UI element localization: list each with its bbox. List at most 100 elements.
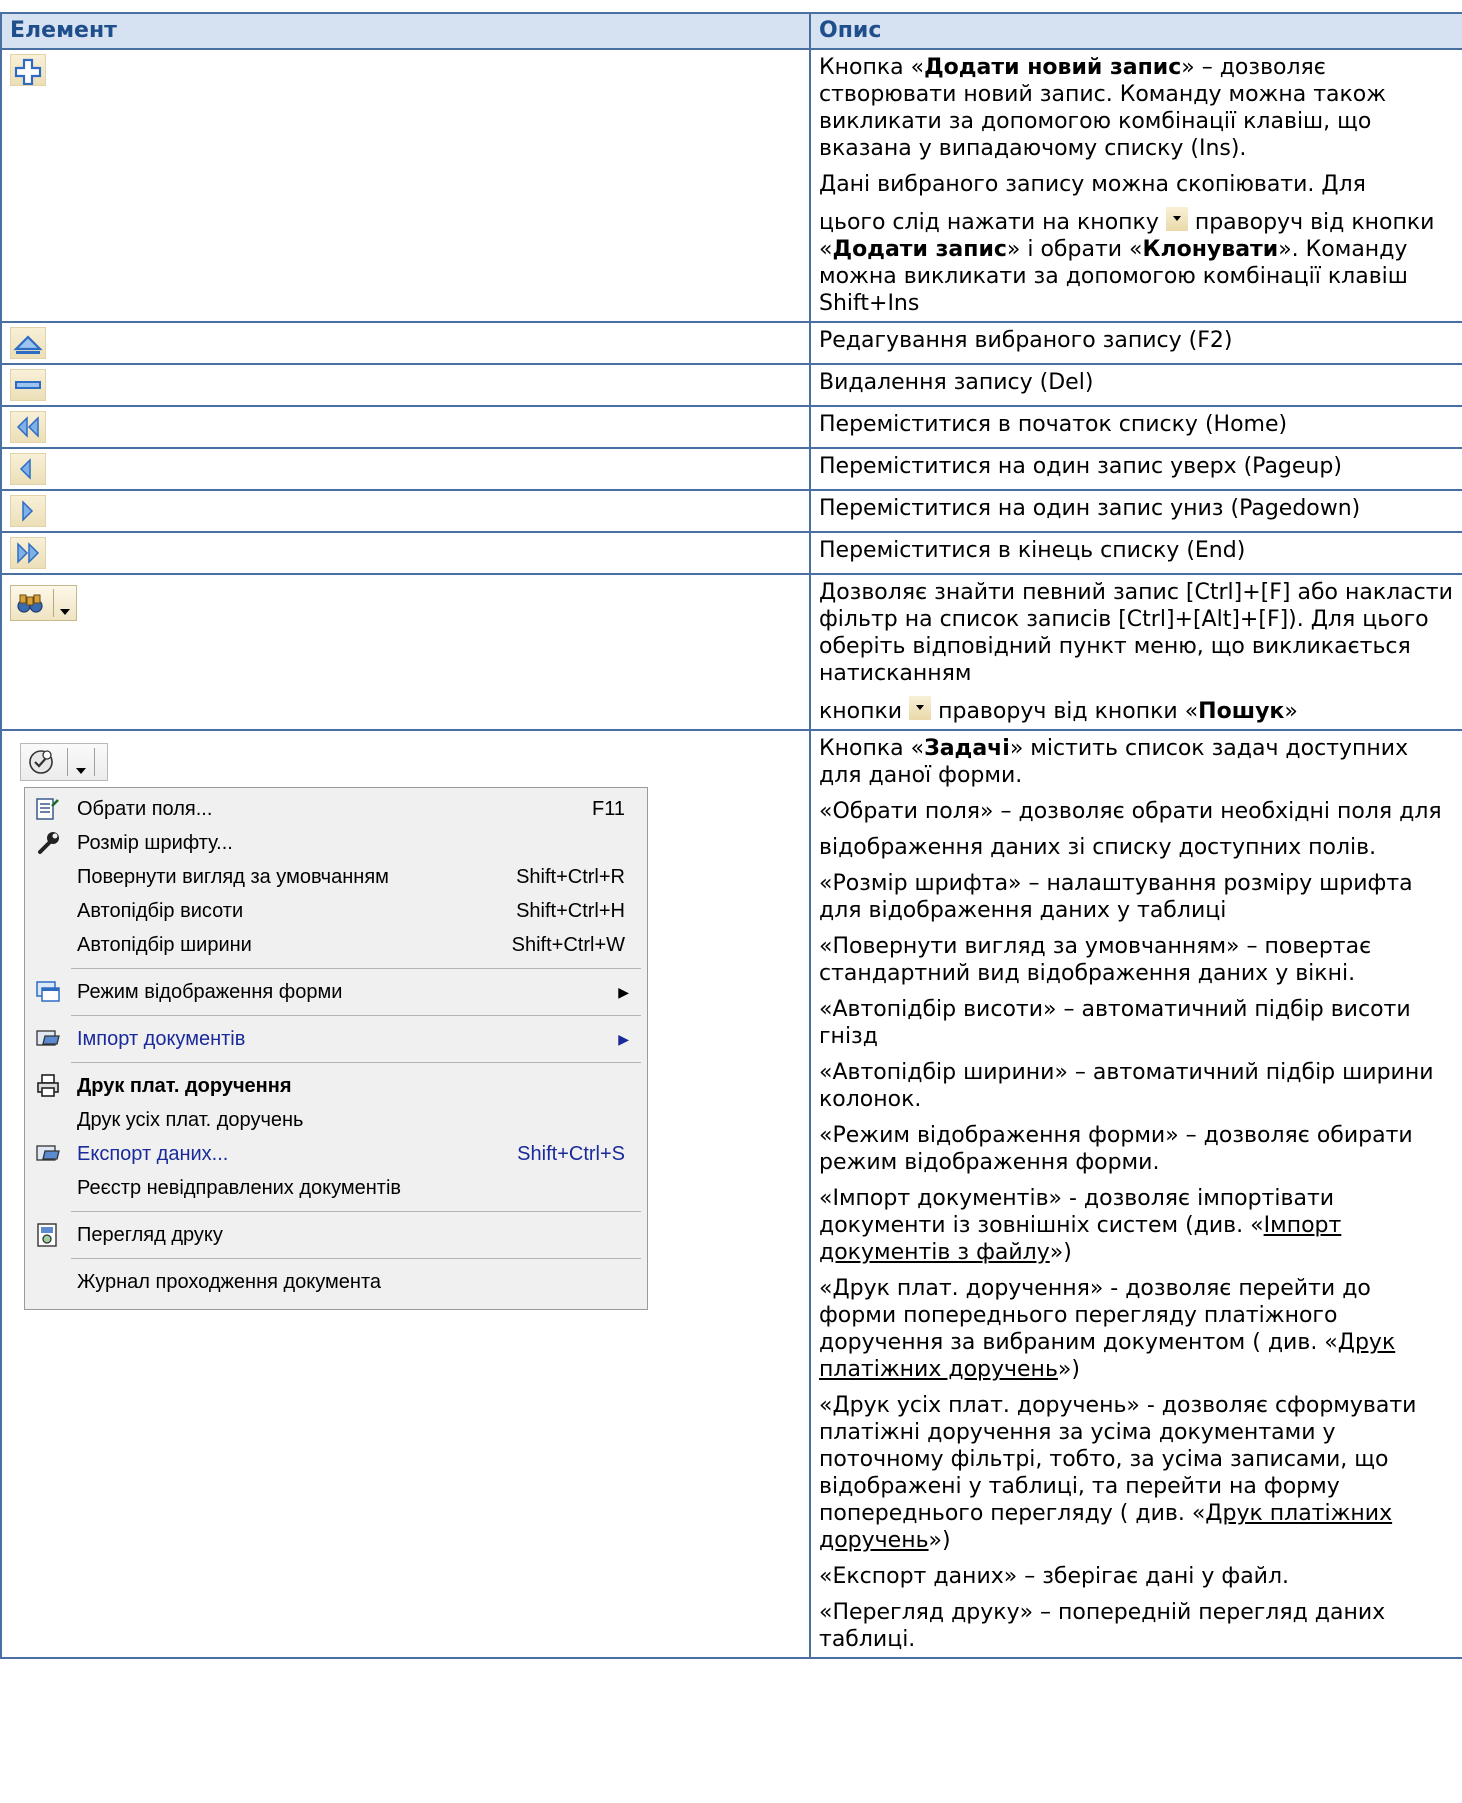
minus-icon <box>10 369 46 401</box>
table-header-row: Елемент Опис <box>0 12 1462 50</box>
text: » <box>1284 699 1298 724</box>
table-row: Переміститися на один запис уверх (Pageu… <box>0 447 1462 491</box>
table-row: Переміститися в початок списку (Home) <box>0 405 1462 449</box>
description-paragraph: «Автопідбір висоти» – автоматичний підбі… <box>819 996 1454 1050</box>
text: Додати новий запис <box>924 55 1182 80</box>
menu-item-label: Реєстр невідправлених документів <box>77 1177 402 1199</box>
menu-item: Обрати поля... F11 <box>25 792 647 826</box>
table-row: Обрати поля... F11 Розмір шрифту... Поверну… <box>0 729 1462 1659</box>
menu-item-label: Обрати поля... <box>77 798 213 820</box>
menu-item: Експорт даних... Shift+Ctrl+S <box>25 1137 647 1171</box>
description-cell: Переміститися в початок списку (Home) <box>809 405 1462 449</box>
description-paragraph: Переміститися в початок списку (Home) <box>819 411 1454 438</box>
printer-icon <box>35 1073 61 1099</box>
description-paragraph: «Імпорт документів» - дозволяє імпортіва… <box>819 1185 1454 1266</box>
next-record-icon <box>10 495 46 527</box>
menu-item-shortcut: Shift+Ctrl+S <box>517 1143 625 1165</box>
description-cell: Видалення запису (Del) <box>809 363 1462 407</box>
description-cell: Кнопка «Додати новий запис» – дозволяє с… <box>809 48 1462 323</box>
menu-item: Друк плат. доручення <box>25 1069 647 1103</box>
menu-item-shortcut: Shift+Ctrl+H <box>516 900 625 922</box>
text: Дані вибраного запису можна скопіювати. … <box>819 172 1366 197</box>
menu-item: Журнал проходження документа <box>25 1265 647 1299</box>
menu-item-label: Імпорт документів <box>77 1028 246 1050</box>
menu-separator <box>71 1015 641 1016</box>
binoculars-icon <box>17 591 43 615</box>
element-cell <box>0 573 811 731</box>
text: Додати запис <box>832 237 1007 262</box>
text: кнопки <box>819 699 910 724</box>
submenu-arrow-icon: ▶ <box>618 1031 629 1047</box>
description-paragraph: Кнопка «Задачі» містить список задач дос… <box>819 735 1454 789</box>
form-mode-icon <box>35 979 61 1005</box>
text: ») <box>1049 1240 1072 1265</box>
submenu-arrow-icon: ▶ <box>618 984 629 1000</box>
menu-item-label: Друк плат. доручення <box>77 1075 292 1097</box>
description-paragraph: Переміститися на один запис униз (Pagedo… <box>819 495 1454 522</box>
description-paragraph: Дозволяє знайти певний запис [Ctrl]+[F] … <box>819 579 1454 687</box>
edit-icon <box>10 327 46 359</box>
element-cell <box>0 321 811 365</box>
import-icon <box>35 1026 61 1052</box>
description-paragraph: Кнопка «Додати новий запис» – дозволяє с… <box>819 54 1454 162</box>
description-cell: Переміститися на один запис униз (Pagedo… <box>809 489 1462 533</box>
menu-item-shortcut: Shift+Ctrl+R <box>516 866 625 888</box>
first-record-icon <box>10 411 46 443</box>
menu-item-label: Перегляд друку <box>77 1224 223 1246</box>
description-paragraph: «Режим відображення форми» – дозволяє об… <box>819 1122 1454 1176</box>
description-cell: Кнопка «Задачі» містить список задач дос… <box>809 729 1462 1659</box>
menu-item: Автопідбір ширини Shift+Ctrl+W <box>25 928 647 962</box>
description-cell: Дозволяє знайти певний запис [Ctrl]+[F] … <box>809 573 1462 731</box>
text: Кнопка « <box>819 55 925 80</box>
menu-item-label: Розмір шрифту... <box>77 832 233 854</box>
text: Дозволяє знайти певний запис [Ctrl]+[F] … <box>819 580 1453 686</box>
description-paragraph: Переміститися на один запис уверх (Pageu… <box>819 453 1454 480</box>
menu-item: Друк усіх плат. доручень <box>25 1103 647 1137</box>
description-paragraph: «Експорт даних» – зберігає дані у файл. <box>819 1563 1454 1590</box>
wrench-icon <box>35 830 61 856</box>
menu-item-label: Експорт даних... <box>77 1143 229 1165</box>
description-paragraph: «Перегляд друку» – попередній перегляд д… <box>819 1599 1454 1653</box>
header-description: Опис <box>809 12 1462 50</box>
element-cell <box>0 531 811 575</box>
menu-item: Перегляд друку <box>25 1218 647 1252</box>
description-paragraph: Переміститися в кінець списку (End) <box>819 537 1454 564</box>
text: відображення даних зі списку доступних п… <box>819 835 1377 860</box>
text: «Повернути вигляд за умовчанням» – повер… <box>819 934 1372 986</box>
text: ») <box>928 1528 951 1553</box>
description-paragraph: Видалення запису (Del) <box>819 369 1454 396</box>
element-cell <box>0 447 811 491</box>
text: цього слід нажати на кнопку <box>819 210 1166 235</box>
table-row: Редагування вибраного запису (F2) <box>0 321 1462 365</box>
description-cell: Редагування вибраного запису (F2) <box>809 321 1462 365</box>
element-cell <box>0 405 811 449</box>
print-preview-icon <box>35 1222 61 1248</box>
menu-item: Автопідбір висоти Shift+Ctrl+H <box>25 894 647 928</box>
text: «Експорт даних» – зберігає дані у файл. <box>819 1564 1290 1589</box>
description-paragraph: «Повернути вигляд за умовчанням» – повер… <box>819 933 1454 987</box>
text: праворуч від кнопки « <box>931 699 1199 724</box>
menu-separator <box>71 1258 641 1259</box>
tasks-menu: Обрати поля... F11 Розмір шрифту... Поверну… <box>24 787 648 1310</box>
description-paragraph: цього слід нажати на кнопку праворуч від… <box>819 207 1454 317</box>
table-row: Дозволяє знайти певний запис [Ctrl]+[F] … <box>0 573 1462 731</box>
dropdown-arrow-icon <box>1165 207 1188 231</box>
text: «Обрати поля» – дозволяє обрати необхідн… <box>819 799 1442 824</box>
text: ») <box>1057 1357 1080 1382</box>
elements-table: Елемент Опис Кнопка «Додати новий запис»… <box>0 12 1462 1659</box>
tasks-icon <box>27 748 55 776</box>
text: Переміститися на один запис униз (Pagedo… <box>819 496 1361 521</box>
menu-item-label: Друк усіх плат. доручень <box>77 1109 304 1131</box>
menu-item-label: Повернути вигляд за умовчанням <box>77 866 389 888</box>
text: » і обрати « <box>1006 237 1143 262</box>
prev-record-icon <box>10 453 46 485</box>
text: Видалення запису (Del) <box>819 370 1094 395</box>
menu-item: Імпорт документів ▶ <box>25 1022 647 1056</box>
menu-separator <box>71 1062 641 1063</box>
header-element: Елемент <box>0 12 811 50</box>
menu-item-label: Автопідбір висоти <box>77 900 244 922</box>
text: «Автопідбір висоти» – автоматичний підбі… <box>819 997 1411 1049</box>
menu-separator <box>71 968 641 969</box>
menu-item: Режим відображення форми ▶ <box>25 975 647 1009</box>
text: «Розмір шрифта» – налаштування розміру ш… <box>819 871 1413 923</box>
